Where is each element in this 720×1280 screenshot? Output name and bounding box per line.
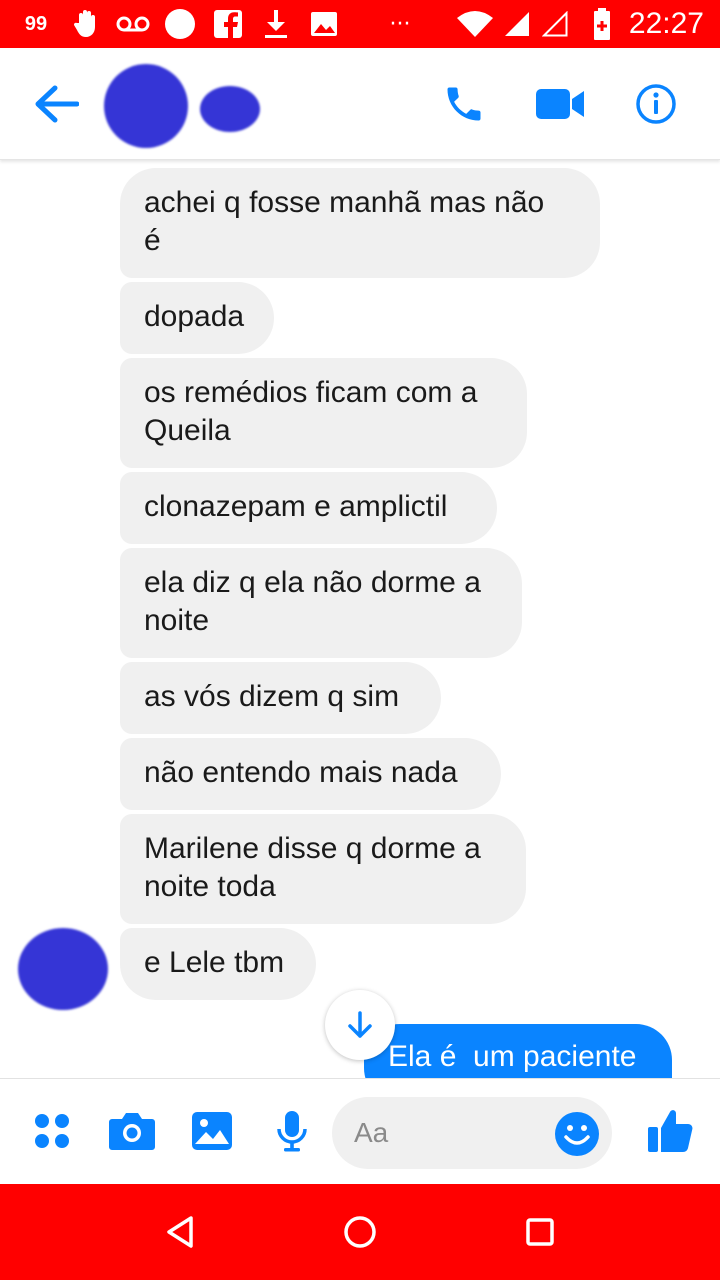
message-bubble-incoming[interactable]: ela diz q ela não dorme a noite: [120, 548, 522, 658]
home-nav-button[interactable]: [330, 1202, 390, 1262]
signal-icon: [502, 0, 532, 48]
system-navigation-bar: [0, 1184, 720, 1280]
video-call-button[interactable]: [526, 70, 594, 138]
message-input[interactable]: [354, 1097, 554, 1169]
battery-icon: [588, 0, 616, 48]
back-nav-button[interactable]: [150, 1202, 210, 1262]
contact-avatar[interactable]: [104, 64, 188, 148]
wifi-icon: [454, 0, 496, 48]
message-bubble-incoming[interactable]: os remédios ficam com a Queila: [120, 358, 527, 468]
info-icon: [636, 84, 676, 124]
scroll-to-bottom-button[interactable]: [325, 990, 395, 1060]
camera-icon: [109, 1113, 155, 1150]
thumbs-up-icon: [648, 1110, 693, 1152]
status-time: 22:27: [628, 7, 704, 40]
message-input-wrapper: [332, 1097, 612, 1169]
sender-avatar[interactable]: [18, 928, 108, 1010]
circle-icon: [162, 0, 198, 48]
home-circle-icon: [344, 1216, 376, 1248]
message-bubble-incoming[interactable]: não entendo mais nada: [120, 738, 501, 810]
message-bubble-incoming[interactable]: e Lele tbm: [120, 928, 316, 1000]
notification-count: 99: [24, 12, 48, 35]
contact-name[interactable]: [200, 86, 260, 132]
back-arrow-icon: [35, 85, 79, 123]
emoji-icon[interactable]: [554, 1111, 600, 1157]
image-icon: [306, 0, 342, 48]
like-button[interactable]: [640, 1101, 700, 1161]
video-icon: [536, 89, 584, 119]
voice-message-button[interactable]: [262, 1101, 322, 1161]
camera-button[interactable]: [102, 1101, 162, 1161]
message-bubble-incoming[interactable]: as vós dizem q sim: [120, 662, 441, 734]
gallery-icon: [192, 1112, 232, 1150]
message-bubble-incoming[interactable]: clonazepam e amplictil: [120, 472, 497, 544]
arrow-down-icon: [348, 1011, 372, 1038]
microphone-icon: [277, 1111, 307, 1152]
phone-icon: [447, 87, 481, 121]
recents-nav-button[interactable]: [510, 1202, 570, 1262]
facebook-icon: [210, 0, 246, 48]
message-list[interactable]: achei q fosse manhã mas não é dopada os …: [0, 160, 720, 1078]
call-button[interactable]: [430, 70, 498, 138]
more-icon: ···: [380, 0, 420, 48]
back-triangle-icon: [167, 1216, 193, 1248]
recents-square-icon: [526, 1218, 554, 1246]
hand-icon: [70, 0, 104, 48]
messenger-badge-icon: 99: [18, 0, 54, 48]
more-apps-button[interactable]: [22, 1101, 82, 1161]
gallery-button[interactable]: [182, 1101, 242, 1161]
status-bar: 99 ··· 22:27: [0, 0, 720, 48]
conversation-header: [0, 48, 720, 160]
more-glyph: ···: [389, 11, 411, 37]
back-button[interactable]: [22, 70, 90, 138]
composer-bar: [0, 1078, 720, 1184]
info-button[interactable]: [622, 70, 690, 138]
more-apps-icon: [35, 1114, 69, 1148]
message-bubble-incoming[interactable]: achei q fosse manhã mas não é: [120, 168, 600, 278]
signal-empty-icon: [540, 0, 570, 48]
message-bubble-outgoing[interactable]: Ela é um paciente: [364, 1024, 672, 1078]
message-bubble-incoming[interactable]: Marilene disse q dorme a noite toda: [120, 814, 526, 924]
download-icon: [258, 0, 294, 48]
message-bubble-incoming[interactable]: dopada: [120, 282, 274, 354]
voicemail-icon: [114, 0, 152, 48]
